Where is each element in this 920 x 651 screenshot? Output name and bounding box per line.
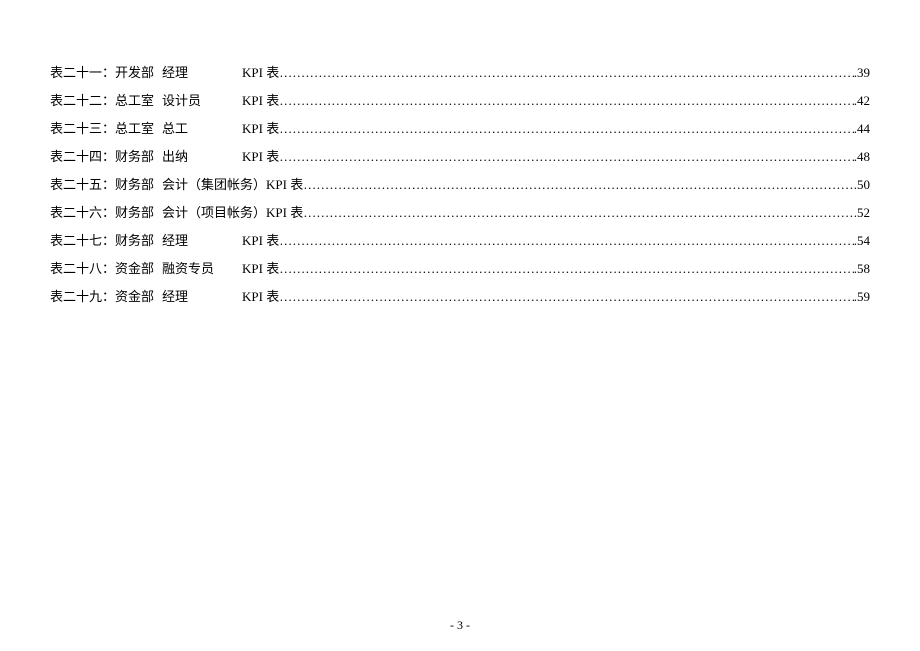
toc-leader-dots: …………………………………………………………………………………………………………… [279,88,854,114]
toc-leader-dots: …………………………………………………………………………………………………………… [279,116,854,142]
toc-dept: 总工室 [115,88,154,114]
toc-dept: 总工室 [115,116,154,142]
toc-dept: 财务部 [115,200,154,226]
toc-kpi-label: KPI 表 [242,144,279,170]
toc-row: 表二十二：总工室设计员KPI 表………………………………………………………………… [50,88,870,114]
toc-prefix: 表二十二： [50,88,115,114]
toc-prefix: 表二十一： [50,60,115,86]
toc-dept: 财务部 [115,172,154,198]
toc-role: 出纳 [162,144,242,170]
toc-page-number: .50 [854,172,870,198]
toc-role: 融资专员 [162,256,242,282]
table-of-contents: 表二十一：开发部经理KPI 表…………………………………………………………………… [50,60,870,310]
toc-prefix: 表二十六： [50,200,115,226]
toc-page-number: .39 [854,60,870,86]
toc-prefix: 表二十七： [50,228,115,254]
toc-prefix: 表二十八： [50,256,115,282]
toc-leader-dots: …………………………………………………………………………………………………………… [279,256,854,282]
page-number: - 3 - [0,618,920,633]
toc-page-number: .52 [854,200,870,226]
toc-dept: 资金部 [115,284,154,310]
toc-dept: 开发部 [115,60,154,86]
toc-role: 经理 [162,60,242,86]
toc-leader-dots: …………………………………………………………………………………………………………… [279,228,854,254]
toc-page-number: .42 [854,88,870,114]
toc-row: 表二十五：财务部会计（集团帐务）KPI 表…………………………………………………… [50,172,870,198]
toc-row: 表二十一：开发部经理KPI 表…………………………………………………………………… [50,60,870,86]
toc-prefix: 表二十五： [50,172,115,198]
toc-row: 表二十七：财务部经理KPI 表…………………………………………………………………… [50,228,870,254]
toc-page-number: .54 [854,228,870,254]
toc-row: 表二十四：财务部出纳KPI 表…………………………………………………………………… [50,144,870,170]
toc-row: 表二十六：财务部会计（项目帐务）KPI 表…………………………………………………… [50,200,870,226]
toc-leader-dots: …………………………………………………………………………………………………………… [303,200,854,226]
toc-kpi-label: KPI 表 [266,172,303,198]
toc-role: 经理 [162,284,242,310]
toc-prefix: 表二十九： [50,284,115,310]
toc-kpi-label: KPI 表 [242,116,279,142]
toc-leader-dots: …………………………………………………………………………………………………………… [303,172,854,198]
toc-row: 表二十九：资金部经理KPI 表…………………………………………………………………… [50,284,870,310]
toc-leader-dots: …………………………………………………………………………………………………………… [279,60,854,86]
toc-dept: 财务部 [115,144,154,170]
toc-role: 会计（集团帐务） [162,172,266,198]
toc-page-number: .44 [854,116,870,142]
toc-leader-dots: …………………………………………………………………………………………………………… [279,284,854,310]
toc-kpi-label: KPI 表 [242,60,279,86]
toc-prefix: 表二十四： [50,144,115,170]
toc-dept: 财务部 [115,228,154,254]
toc-kpi-label: KPI 表 [242,284,279,310]
toc-kpi-label: KPI 表 [242,256,279,282]
toc-prefix: 表二十三： [50,116,115,142]
toc-kpi-label: KPI 表 [242,228,279,254]
toc-page-number: .58 [854,256,870,282]
toc-kpi-label: KPI 表 [266,200,303,226]
toc-role: 设计员 [162,88,242,114]
toc-page-number: .59 [854,284,870,310]
toc-role: 总工 [162,116,242,142]
toc-role: 经理 [162,228,242,254]
toc-row: 表二十三：总工室总工KPI 表…………………………………………………………………… [50,116,870,142]
toc-kpi-label: KPI 表 [242,88,279,114]
toc-leader-dots: …………………………………………………………………………………………………………… [279,144,854,170]
toc-dept: 资金部 [115,256,154,282]
toc-page-number: .48 [854,144,870,170]
toc-row: 表二十八：资金部融资专员KPI 表……………………………………………………………… [50,256,870,282]
toc-role: 会计（项目帐务） [162,200,266,226]
